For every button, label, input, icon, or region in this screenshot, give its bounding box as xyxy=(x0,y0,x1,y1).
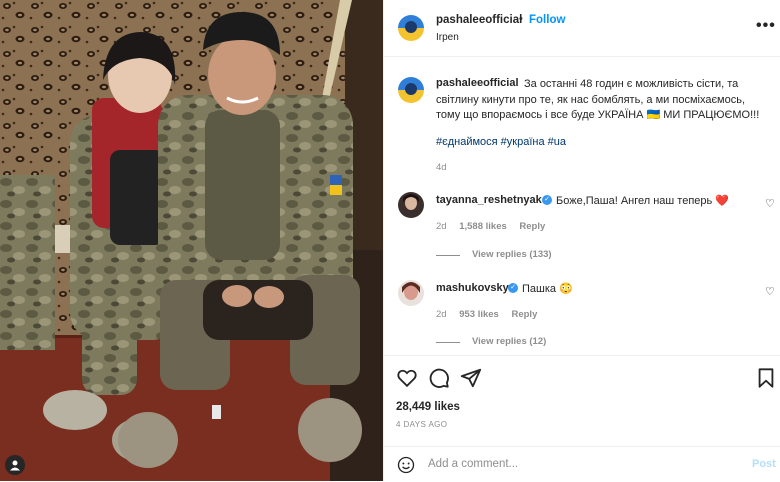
share-icon[interactable] xyxy=(460,367,482,389)
post-date[interactable]: 4 DAYS AGO xyxy=(396,420,447,429)
post-actions-bar xyxy=(384,355,780,388)
verified-badge-icon: ✓ xyxy=(508,283,518,293)
comment-username[interactable]: mashukovsky xyxy=(436,282,509,294)
follow-button[interactable]: Follow xyxy=(529,14,565,26)
comment-input[interactable] xyxy=(428,454,728,474)
comment-meta: 2d 1,588 likes Reply xyxy=(436,221,545,232)
caption-author-avatar[interactable] xyxy=(398,77,424,103)
reply-button[interactable]: Reply xyxy=(511,309,537,320)
more-options-icon[interactable]: ••• xyxy=(756,17,776,35)
reply-button[interactable]: Reply xyxy=(519,221,545,232)
post-photo-image xyxy=(0,0,383,481)
post-side-panel: pashaleeofficial • Follow Irpen ••• pash… xyxy=(383,0,780,481)
caption-text: За останні 48 годин є можливість сісти, … xyxy=(436,78,760,121)
post-header: pashaleeofficial • Follow Irpen ••• xyxy=(384,0,780,57)
post-comment-button[interactable]: Post xyxy=(752,458,776,470)
comment-timestamp[interactable]: 2d xyxy=(436,309,447,320)
view-replies-button[interactable]: View replies (12) xyxy=(472,336,546,347)
author-avatar[interactable] xyxy=(398,15,424,41)
comment-timestamp[interactable]: 2d xyxy=(436,221,447,232)
comment-likes[interactable]: 1,588 likes xyxy=(459,221,507,232)
comment-text: Боже,Паша! Ангел наш теперь ❤️ xyxy=(556,195,730,207)
bookmark-icon[interactable] xyxy=(755,367,777,389)
post-photo[interactable] xyxy=(0,0,383,481)
comment-like-heart-icon[interactable]: ♡ xyxy=(765,197,775,210)
commenter-avatar[interactable] xyxy=(398,192,424,218)
comment-meta: 2d 953 likes Reply xyxy=(436,309,537,320)
view-replies-line xyxy=(436,342,460,343)
post-location[interactable]: Irpen xyxy=(436,32,459,43)
tagged-users-icon[interactable] xyxy=(5,455,25,475)
verified-badge-icon: ✓ xyxy=(542,195,552,205)
comment-text: Пашка 😳 xyxy=(522,283,573,295)
view-replies-line xyxy=(436,255,460,256)
emoji-icon[interactable] xyxy=(397,456,415,474)
comment-like-heart-icon[interactable]: ♡ xyxy=(765,285,775,298)
comment-icon[interactable] xyxy=(428,367,450,389)
caption-hashtags[interactable]: #єднаймося #україна #ua xyxy=(436,136,566,148)
comment-username[interactable]: tayanna_reshetnyak xyxy=(436,194,542,206)
like-heart-icon[interactable] xyxy=(396,367,418,389)
commenter-avatar[interactable] xyxy=(398,280,424,306)
likes-count[interactable]: 28,449 likes xyxy=(396,401,460,413)
author-username[interactable]: pashaleeofficial xyxy=(436,14,522,26)
add-comment-bar: Post xyxy=(384,446,780,482)
caption-timestamp[interactable]: 4d xyxy=(436,162,447,173)
comment-likes[interactable]: 953 likes xyxy=(459,309,499,320)
view-replies-button[interactable]: View replies (133) xyxy=(472,249,552,260)
separator-dot: • xyxy=(519,13,523,25)
